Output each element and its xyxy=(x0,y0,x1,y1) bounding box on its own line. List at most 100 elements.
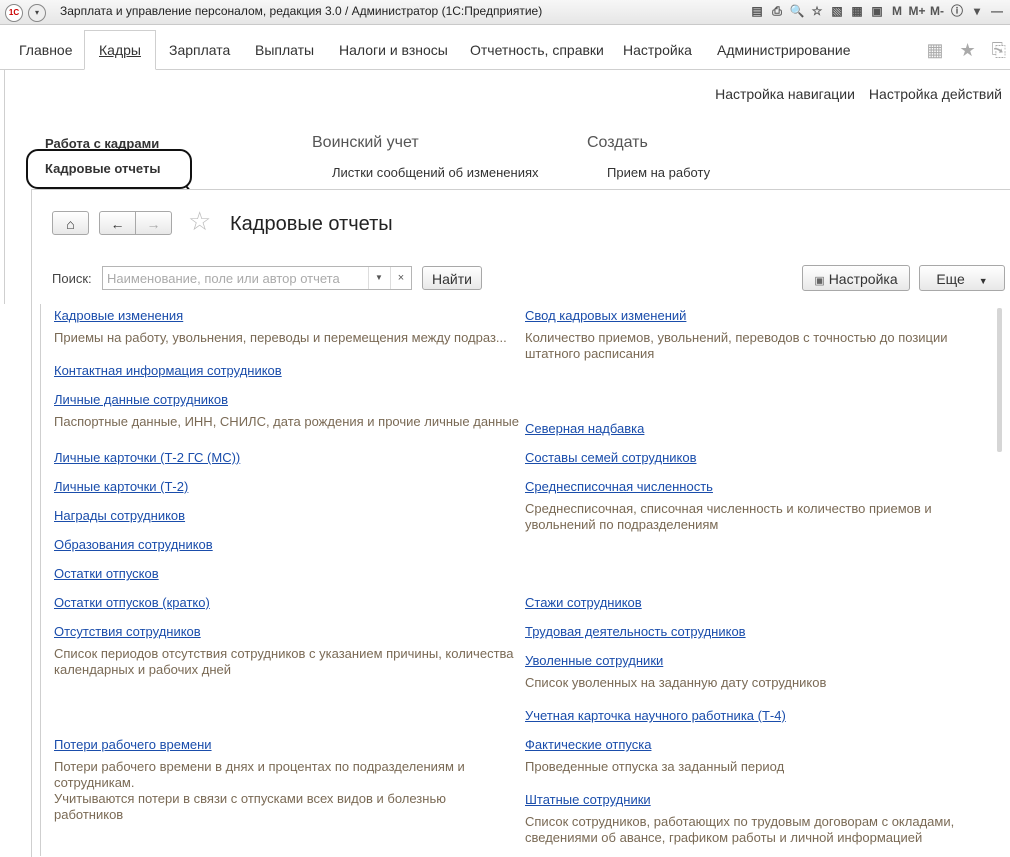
report-link[interactable]: Остатки отпусков (кратко) xyxy=(54,595,210,610)
settings-icon: ▣ xyxy=(814,275,825,287)
report-link[interactable]: Штатные сотрудники xyxy=(525,792,651,807)
info-dropdown-icon[interactable]: ▾ xyxy=(968,2,986,20)
report-item: Потери рабочего времени Потери рабочего … xyxy=(54,737,484,823)
report-description: Количество приемов, увольнений, переводо… xyxy=(525,330,948,361)
calendar-icon[interactable]: ▣ xyxy=(868,2,886,20)
settings-button[interactable]: ▣ Настройка xyxy=(802,265,910,291)
report-link[interactable]: Личные карточки (Т-2) xyxy=(54,479,188,494)
left-border xyxy=(4,70,5,304)
home-button[interactable]: ⌂ xyxy=(52,211,89,235)
tab-payments[interactable]: Выплаты xyxy=(255,31,314,69)
section-create-item[interactable]: Прием на работу xyxy=(607,165,710,180)
report-description: Список периодов отсутствия сотрудников с… xyxy=(54,646,514,677)
tab-settings[interactable]: Настройка xyxy=(623,31,692,69)
vertical-scrollbar[interactable] xyxy=(997,308,1002,452)
window-titlebar: 1С ▾ Зарплата и управление персоналом, р… xyxy=(0,0,1010,25)
favorite-star-icon[interactable]: ☆ xyxy=(188,206,211,237)
report-item: Северная надбавка xyxy=(525,421,644,436)
search-input[interactable]: Наименование, поле или автор отчета ▼ × xyxy=(102,266,412,290)
tab-hr[interactable]: Кадры xyxy=(84,30,156,70)
report-link[interactable]: Личные данные сотрудников xyxy=(54,392,228,407)
find-button[interactable]: Найти xyxy=(422,266,482,290)
report-link[interactable]: Отсутствия сотрудников xyxy=(54,624,201,639)
report-link[interactable]: Потери рабочего времени xyxy=(54,737,212,752)
report-description: Паспортные данные, ИНН, СНИЛС, дата рожд… xyxy=(54,414,519,429)
calculator-icon[interactable]: ▦ xyxy=(848,2,866,20)
memory-plus-button[interactable]: M+ xyxy=(908,2,926,20)
report-description: Список уволенных на заданную дату сотруд… xyxy=(525,675,827,690)
report-item: Составы семей сотрудников xyxy=(525,450,696,465)
report-item: Личные карточки (Т-2 ГС (МС)) xyxy=(54,450,240,465)
report-link[interactable]: Стажи сотрудников xyxy=(525,595,642,610)
report-item: Отсутствия сотрудников Список периодов о… xyxy=(54,624,514,678)
highlight-callout xyxy=(26,149,192,189)
report-item: Награды сотрудников xyxy=(54,508,185,523)
report-description: Проведенные отпуска за заданный период xyxy=(525,759,785,774)
save-icon[interactable]: ▤ xyxy=(748,2,766,20)
section-military-item[interactable]: Листки сообщений об изменениях xyxy=(332,165,539,180)
minimize-button[interactable]: — xyxy=(988,2,1006,20)
search-placeholder: Наименование, поле или автор отчета xyxy=(107,271,340,286)
all-functions-grid-icon[interactable]: ▦ xyxy=(926,40,943,61)
titlebar-tools: ▤ ⎙ 🔍 ☆ ▧ ▦ ▣ M M+ M- ⓘ ▾ — xyxy=(748,2,1006,20)
tab-main[interactable]: Главное xyxy=(19,31,73,69)
forward-button[interactable]: → xyxy=(135,211,172,235)
report-item: Фактические отпуска Проведенные отпуска … xyxy=(525,737,955,775)
search-label: Поиск: xyxy=(52,271,92,286)
report-link[interactable]: Остатки отпусков xyxy=(54,566,159,581)
memory-minus-button[interactable]: M- xyxy=(928,2,946,20)
report-link[interactable]: Трудовая деятельность сотрудников xyxy=(525,624,746,639)
link-icon[interactable]: ▧ xyxy=(828,2,846,20)
form-title: Кадровые отчеты xyxy=(230,213,393,235)
tab-reports[interactable]: Отчетность, справки xyxy=(470,31,604,69)
home-icon: ⌂ xyxy=(66,216,75,232)
print-icon[interactable]: ⎙ xyxy=(768,2,786,20)
settings-button-label: Настройка xyxy=(828,271,898,287)
more-button-label: Еще xyxy=(936,271,965,287)
report-description: Потери рабочего времени в днях и процент… xyxy=(54,759,465,822)
tab-taxes[interactable]: Налоги и взносы xyxy=(339,31,448,69)
arrow-right-icon: → xyxy=(146,216,161,232)
report-link[interactable]: Кадровые изменения xyxy=(54,308,183,323)
report-item: Среднесписочная численность Среднесписоч… xyxy=(525,479,955,533)
report-link[interactable]: Личные карточки (Т-2 ГС (МС)) xyxy=(54,450,240,465)
report-item: Трудовая деятельность сотрудников xyxy=(525,624,746,639)
tab-salary[interactable]: Зарплата xyxy=(169,31,230,69)
preview-icon[interactable]: 🔍 xyxy=(788,2,806,20)
favorite-icon[interactable]: ☆ xyxy=(808,2,826,20)
report-link[interactable]: Награды сотрудников xyxy=(54,508,185,523)
app-logo-icon[interactable]: 1С xyxy=(5,4,23,22)
tab-administration[interactable]: Администрирование xyxy=(717,31,851,69)
chevron-down-icon[interactable]: ▼ xyxy=(368,267,389,289)
report-item: Стажи сотрудников xyxy=(525,595,642,610)
section-create-title: Создать xyxy=(587,134,648,151)
report-link[interactable]: Уволенные сотрудники xyxy=(525,653,663,668)
history-icon[interactable]: ⎘ xyxy=(992,40,1006,61)
clear-icon[interactable]: × xyxy=(390,267,411,289)
actions-settings-link[interactable]: Настройка действий xyxy=(869,86,1002,102)
report-link[interactable]: Составы семей сотрудников xyxy=(525,450,696,465)
report-item: Образования сотрудников xyxy=(54,537,213,552)
chevron-down-icon: ▼ xyxy=(978,276,988,286)
report-link[interactable]: Учетная карточка научного работника (Т-4… xyxy=(525,708,786,723)
report-link[interactable]: Фактические отпуска xyxy=(525,737,651,752)
system-menu-icon[interactable]: ▾ xyxy=(28,4,46,22)
report-description: Среднесписочная, списочная численность и… xyxy=(525,501,932,532)
report-list: Кадровые изменения Приемы на работу, уво… xyxy=(40,304,1010,856)
report-link[interactable]: Среднесписочная численность xyxy=(525,479,713,494)
report-link[interactable]: Северная надбавка xyxy=(525,421,644,436)
report-item: Учетная карточка научного работника (Т-4… xyxy=(525,708,786,723)
info-icon[interactable]: ⓘ xyxy=(948,2,966,20)
back-button[interactable]: ← xyxy=(99,211,136,235)
more-button[interactable]: Еще ▼ xyxy=(919,265,1005,291)
nav-settings-link[interactable]: Настройка навигации xyxy=(715,86,855,102)
report-item: Кадровые изменения Приемы на работу, уво… xyxy=(54,308,514,346)
favorites-star-icon[interactable]: ★ xyxy=(959,40,975,61)
section-menubar: Главное Кадры Зарплата Выплаты Налоги и … xyxy=(0,30,1010,70)
memory-m-button[interactable]: M xyxy=(888,2,906,20)
report-item: Остатки отпусков xyxy=(54,566,159,581)
report-link[interactable]: Свод кадровых изменений xyxy=(525,308,686,323)
report-link[interactable]: Образования сотрудников xyxy=(54,537,213,552)
report-item: Личные данные сотрудников Паспортные дан… xyxy=(54,392,524,430)
report-link[interactable]: Контактная информация сотрудников xyxy=(54,363,282,378)
